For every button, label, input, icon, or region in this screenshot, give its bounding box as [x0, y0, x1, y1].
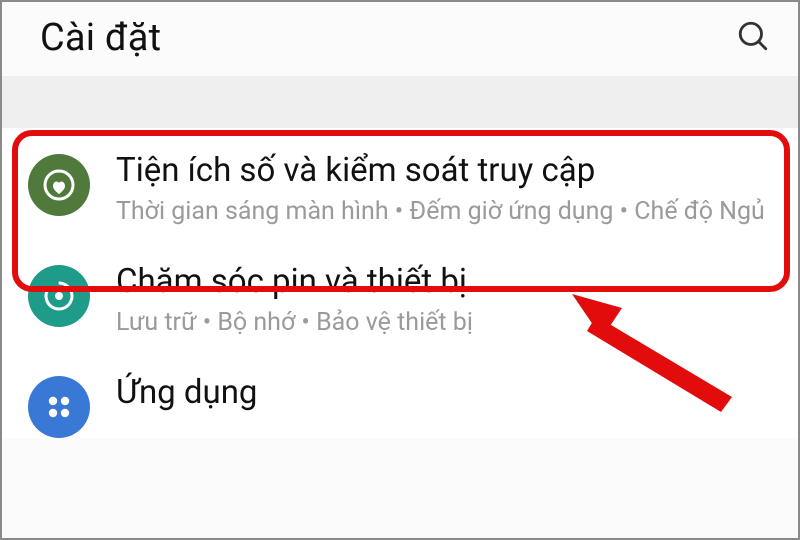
- item-body: Ứng dụng: [116, 372, 772, 416]
- item-title: Chăm sóc pin và thiết bị: [116, 261, 772, 302]
- settings-item-digital-wellbeing[interactable]: Tiện ích số và kiểm soát truy cập Thời g…: [2, 128, 798, 247]
- item-subtitle: Thời gian sáng màn hình • Đếm giờ ứng dụ…: [116, 195, 772, 229]
- item-body: Tiện ích số và kiểm soát truy cập Thời g…: [116, 150, 772, 229]
- item-subtitle: Lưu trữ • Bộ nhớ • Bảo vệ thiết bị: [116, 306, 772, 340]
- item-body: Chăm sóc pin và thiết bị Lưu trữ • Bộ nh…: [116, 261, 772, 340]
- search-icon[interactable]: [736, 19, 770, 57]
- page-title: Cài đặt: [40, 16, 161, 60]
- device-care-icon: [28, 265, 90, 327]
- settings-screen: Cài đặt Tiện ích số và kiểm soát truy cậ…: [0, 0, 800, 540]
- section-gap: [2, 76, 798, 128]
- wellbeing-icon: [28, 154, 90, 216]
- apps-icon: [28, 376, 90, 438]
- item-title: Ứng dụng: [116, 372, 772, 413]
- item-title: Tiện ích số và kiểm soát truy cập: [116, 150, 772, 191]
- settings-list: Tiện ích số và kiểm soát truy cập Thời g…: [2, 128, 798, 438]
- settings-item-device-care[interactable]: Chăm sóc pin và thiết bị Lưu trữ • Bộ nh…: [2, 247, 798, 358]
- header-bar: Cài đặt: [2, 2, 798, 70]
- settings-item-apps[interactable]: Ứng dụng: [2, 358, 798, 438]
